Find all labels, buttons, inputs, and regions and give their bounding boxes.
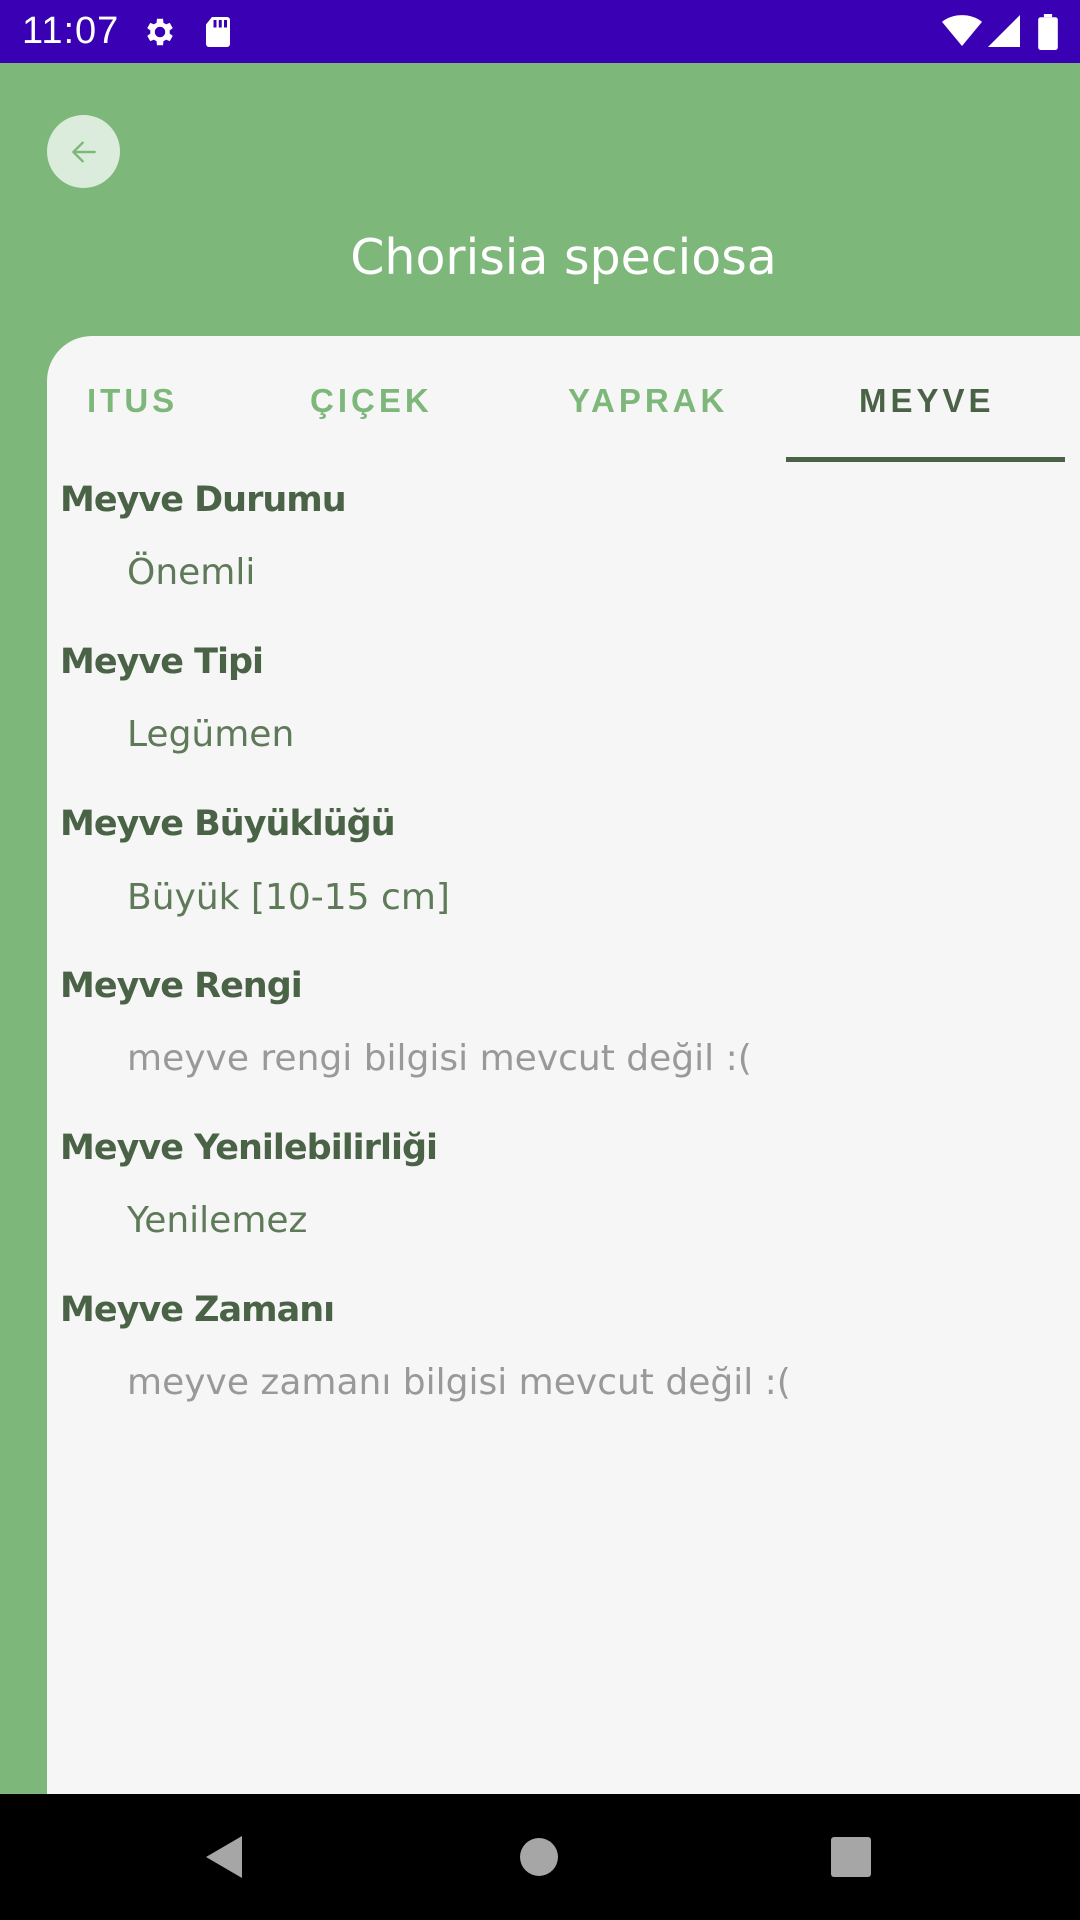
field-value-meyve-yenilebilirligi: Yenilemez xyxy=(127,1200,308,1241)
header: Chorisia speciosa xyxy=(0,63,1080,336)
content-card: ITUS ÇIÇEK YAPRAK MEYVE Meyve Durumu Öne… xyxy=(47,336,1080,1794)
field-label-meyve-rengi: Meyve Rengi xyxy=(60,966,303,1006)
gear-icon xyxy=(142,14,178,50)
navigation-bar xyxy=(0,1794,1080,1920)
tab-bar: ITUS ÇIÇEK YAPRAK MEYVE xyxy=(47,336,1080,462)
battery-icon xyxy=(1038,14,1058,50)
tab-indicator xyxy=(786,457,1065,462)
tab-yaprak[interactable]: YAPRAK xyxy=(568,376,728,426)
field-label-meyve-tipi: Meyve Tipi xyxy=(60,642,264,682)
status-time: 11:07 xyxy=(22,10,120,52)
page-title: Chorisia speciosa xyxy=(350,229,777,286)
back-triangle-icon[interactable] xyxy=(204,1834,244,1884)
field-label-meyve-zamani: Meyve Zamanı xyxy=(60,1290,335,1330)
field-label-meyve-yenilebilirligi: Meyve Yenilebilirliği xyxy=(60,1128,438,1168)
back-button[interactable] xyxy=(47,115,120,188)
field-value-meyve-rengi: meyve rengi bilgisi mevcut değil :( xyxy=(127,1038,752,1079)
home-circle-icon[interactable] xyxy=(519,1837,559,1881)
tab-meyve[interactable]: MEYVE xyxy=(859,376,995,426)
field-value-meyve-zamani: meyve zamanı bilgisi mevcut değil :( xyxy=(127,1362,791,1403)
tab-itus[interactable]: ITUS xyxy=(87,376,178,426)
field-label-meyve-buyuklugu: Meyve Büyüklüğü xyxy=(60,804,396,844)
status-bar: 11:07 xyxy=(0,0,1080,63)
sd-card-icon xyxy=(202,14,238,50)
recents-square-icon[interactable] xyxy=(831,1837,871,1881)
tab-cicek[interactable]: ÇIÇEK xyxy=(310,376,433,426)
wifi-icon xyxy=(942,14,982,50)
field-value-meyve-tipi: Legümen xyxy=(127,714,295,755)
arrow-left-icon xyxy=(68,136,100,168)
signal-icon xyxy=(988,14,1020,50)
field-value-meyve-buyuklugu: Büyük [10-15 cm] xyxy=(127,877,450,918)
field-label-meyve-durumu: Meyve Durumu xyxy=(60,480,347,520)
field-value-meyve-durumu: Önemli xyxy=(127,552,256,593)
